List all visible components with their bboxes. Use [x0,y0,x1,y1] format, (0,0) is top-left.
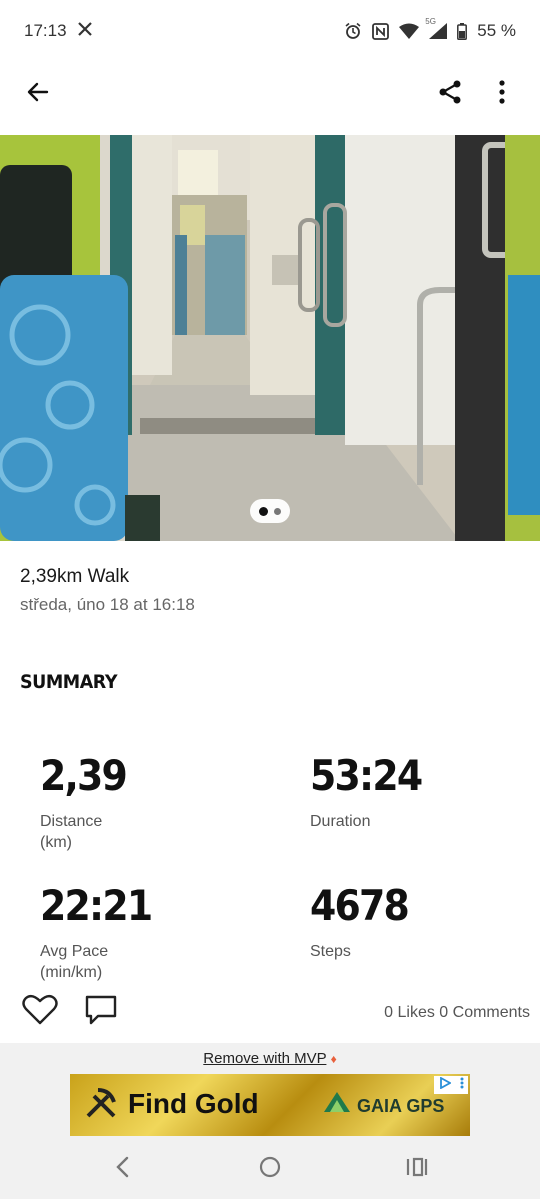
stat-label: Steps [310,943,351,960]
train-interior-photo [0,135,540,541]
x-logo-icon [77,21,93,42]
ad-brand: GAIA GPS [357,1096,445,1116]
stat-steps: 4678 Steps [310,885,419,962]
flame-icon: ♦ [330,1052,337,1066]
stat-avg-pace: 22:21 Avg Pace (min/km) [40,885,164,983]
ad-banner[interactable]: Find Gold GAIA GPS [70,1074,470,1136]
battery-icon [457,22,468,40]
more-vertical-icon [498,79,506,109]
arrow-left-icon [26,80,50,109]
network-label: 5G [425,17,436,26]
app-bar-actions [430,74,522,114]
photo-pager[interactable] [250,499,290,523]
pager-dot-active [259,506,268,516]
stat-value: 2,39 [40,751,128,800]
system-nav-bar [0,1139,540,1199]
ad-choices-icon [439,1076,452,1094]
back-nav-icon[interactable] [113,1155,133,1184]
social-row: 0 Likes 0 Comments [0,990,540,1036]
remove-ads-link[interactable]: Remove with MVP ♦ [0,1050,540,1067]
stat-value: 4678 [310,881,410,930]
home-nav-icon[interactable] [258,1155,282,1184]
remove-ads-text: Remove with MVP [203,1050,327,1067]
activity-date: středa, úno 18 at 16:18 [20,595,195,614]
ad-more-icon [460,1076,464,1094]
stat-label: Distance [40,813,103,830]
ad-choices-button[interactable] [434,1076,468,1094]
stat-label: Duration [310,813,371,830]
gaia-logo-icon [322,1090,352,1121]
recents-nav-icon[interactable] [405,1155,429,1184]
stat-value: 22:21 [40,881,153,930]
wifi-icon [399,23,420,39]
nfc-icon [372,22,390,40]
more-button[interactable] [482,74,522,114]
status-left: 17:13 [24,21,93,42]
stat-distance: 2,39 Distance (km) [40,755,136,853]
alarm-icon [344,22,362,40]
pager-dot [274,507,281,515]
stat-unit: (min/km) [40,964,103,981]
summary-heading: SUMMARY [20,671,118,693]
activity-title: 2,39km Walk [20,566,130,587]
status-bar: 17:13 5G 55 % [0,0,540,62]
status-time: 17:13 [24,21,67,40]
comment-button[interactable] [84,994,120,1031]
share-button[interactable] [430,74,470,114]
stat-unit: (km) [40,834,72,851]
activity-photo[interactable] [0,135,540,541]
stat-duration: 53:24 Duration [310,755,434,832]
battery-percent: 55 % [477,21,516,40]
heart-icon [22,994,58,1030]
comment-icon [84,995,120,1030]
ad-title: Find Gold [128,1088,259,1119]
like-button[interactable] [22,994,58,1031]
stat-value: 53:24 [310,751,423,800]
app-bar [0,62,540,126]
ad-area: Remove with MVP ♦ Find Gold GAIA GPS [0,1043,540,1139]
share-icon [437,79,463,110]
stat-label: Avg Pace [40,943,109,960]
pickaxe-icon [84,1086,118,1125]
likes-comments-count[interactable]: 0 Likes 0 Comments [384,1004,530,1022]
status-right: 5G 55 % [344,17,516,41]
signal-icon: 5G [425,17,448,39]
back-button[interactable] [18,74,58,114]
